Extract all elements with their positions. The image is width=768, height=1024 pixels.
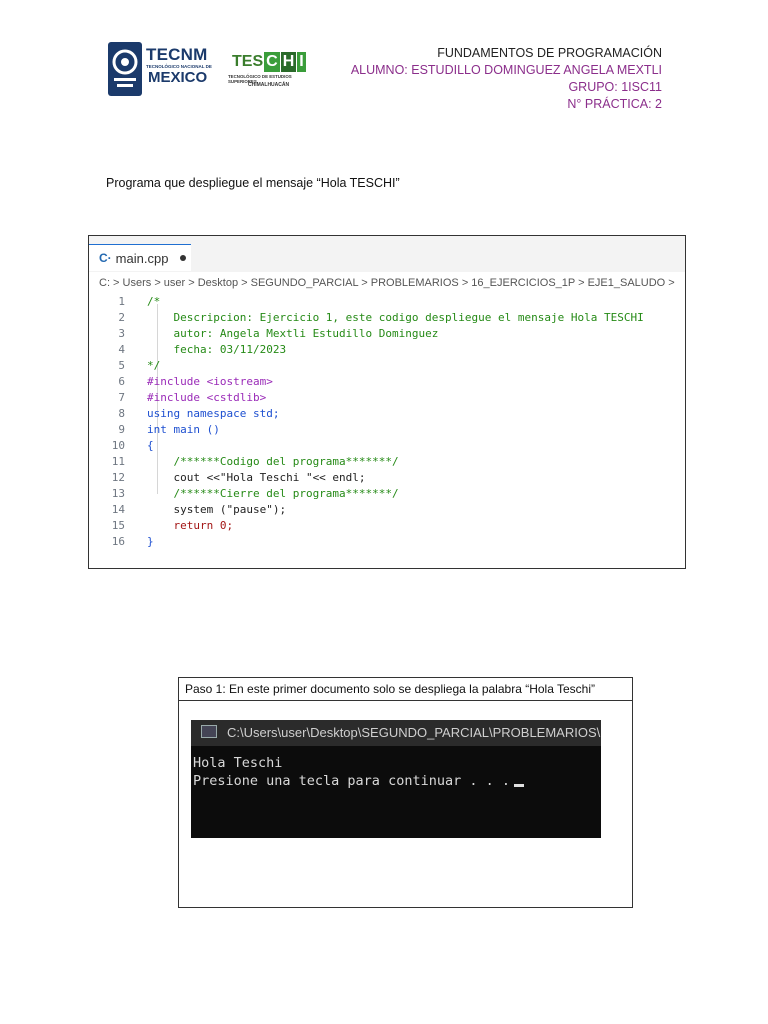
line-number: 9 (118, 423, 125, 436)
console-line-1: Hola Teschi (193, 755, 283, 771)
code-line: 13 /******Cierre del programa*******/ (89, 486, 644, 502)
code-text: using namespace std; (147, 407, 280, 420)
code-text: /******Codigo del programa*******/ (147, 455, 399, 468)
cpp-file-icon: C· (99, 251, 112, 265)
tecnm-name: TECNM (146, 45, 208, 64)
code-line: 8 using namespace std; (89, 406, 644, 422)
code-line: 2 Descripcion: Ejercicio 1, este codigo … (89, 310, 644, 326)
console-output: Hola Teschi Presione una tecla para conti… (193, 754, 524, 790)
teschi-letter-i: I (297, 52, 306, 72)
code-line: 1 /* (89, 294, 644, 310)
code-text: int main () (147, 423, 220, 436)
subject-title: FUNDAMENTOS DE PROGRAMACIÓN (437, 46, 662, 60)
code-line: 14 system ("pause"); (89, 502, 644, 518)
teschi-wordmark: TES C H I (232, 52, 306, 72)
code-area[interactable]: 1 /* 2 Descripcion: Ejercicio 1, este codi… (89, 294, 644, 550)
line-number: 11 (111, 455, 125, 468)
code-line: 7 #include <cstdlib> (89, 390, 644, 406)
code-line: 16} (89, 534, 644, 550)
code-line: 11 /******Codigo del programa*******/ (89, 454, 644, 470)
line-number: 16 (111, 535, 125, 548)
paso-box: Paso 1: En este primer documento solo se… (178, 677, 633, 908)
tecnm-country: MEXICO (148, 69, 208, 86)
line-number: 15 (111, 519, 125, 532)
code-editor-screenshot: C· main.cpp C: > Users > user > Desktop … (88, 235, 686, 569)
line-number: 7 (118, 391, 125, 404)
line-number: 6 (118, 375, 125, 388)
tecnm-emblem-icon (108, 42, 142, 96)
teschi-letter-c: C (264, 52, 280, 72)
code-text: */ (147, 359, 161, 372)
code-line: 15 return 0; (89, 518, 644, 534)
editor-tab-strip: C· main.cpp (89, 236, 685, 272)
console-line-2: Presione una tecla para continuar . . . (193, 772, 524, 790)
line-number: 4 (118, 343, 125, 356)
code-text: return 0; (147, 519, 234, 532)
code-text: Descripcion: Ejercicio 1, este codigo de… (147, 311, 644, 324)
code-text: system ("pause"); (147, 503, 287, 516)
code-line: 5 */ (89, 358, 644, 374)
console-window: C:\Users\user\Desktop\SEGUNDO_PARCIAL\PR… (191, 720, 601, 838)
group-label: GRUPO: 1ISC11 (568, 80, 662, 94)
teschi-letters-tes: TES (232, 53, 264, 70)
code-text: /******Cierre del programa*******/ (147, 487, 399, 500)
line-number: 2 (118, 311, 125, 324)
tecnm-logo-text: TECNM TECNOLÓGICO NACIONAL DE MEXICO (146, 46, 220, 90)
line-number: 1 (118, 295, 125, 308)
line-number: 5 (118, 359, 125, 372)
code-line: 6 #include <iostream> (89, 374, 644, 390)
line-number: 10 (111, 439, 125, 452)
teschi-city: CHIMALHUACÁN (248, 82, 290, 88)
teschi-logo: TES C H I TECNOLÓGICO DE ESTUDIOS SUPERIORE… (228, 52, 318, 96)
code-text: } (147, 535, 154, 548)
console-app-icon (201, 725, 217, 738)
line-number: 14 (111, 503, 125, 516)
unsaved-dot-icon (180, 255, 187, 261)
program-description: Programa que despliegue el mensaje “Hola… (106, 176, 400, 190)
paso-label: Paso 1: En este primer documento solo se… (179, 678, 632, 701)
line-number: 8 (118, 407, 125, 420)
line-number: 12 (111, 471, 125, 484)
code-text: { (147, 439, 154, 452)
tab-label: main.cpp (115, 250, 169, 266)
header-logos: TECNM TECNOLÓGICO NACIONAL DE MEXICO TES… (106, 38, 316, 104)
code-text: fecha: 03/11/2023 (147, 343, 287, 356)
cursor-icon (513, 784, 524, 787)
code-text: cout <<"Hola Teschi "<< endl; (147, 471, 366, 484)
teschi-letter-h: H (280, 52, 297, 72)
code-text: autor: Angela Mextli Estudillo Dominguez (147, 327, 439, 340)
console-line-2-text: Presione una tecla para continuar . . . (193, 773, 510, 789)
line-number: 13 (111, 487, 125, 500)
practice-number: N° PRÁCTICA: 2 (567, 97, 662, 111)
breadcrumb[interactable]: C: > Users > user > Desktop > SEGUNDO_PA… (99, 277, 675, 289)
code-line: 4 fecha: 03/11/2023 (89, 342, 644, 358)
header-info: FUNDAMENTOS DE PROGRAMACIÓN ALUMNO: ESTU… (351, 45, 662, 113)
line-number: 3 (118, 327, 125, 340)
code-text: /* (147, 295, 161, 308)
code-line: 12 cout <<"Hola Teschi "<< endl; (89, 470, 644, 486)
code-text: #include <iostream> (147, 375, 273, 388)
tab-main-cpp[interactable]: C· main.cpp (89, 244, 191, 271)
code-line: 10 { (89, 438, 644, 454)
code-line: 3 autor: Angela Mextli Estudillo Domingu… (89, 326, 644, 342)
student-name: ALUMNO: ESTUDILLO DOMINGUEZ ANGELA MEXTL… (350, 63, 662, 77)
code-text: #include <cstdlib> (147, 391, 267, 404)
code-line: 9 int main () (89, 422, 644, 438)
console-titlebar[interactable]: C:\Users\user\Desktop\SEGUNDO_PARCIAL\PR… (191, 720, 601, 746)
console-title-text: C:\Users\user\Desktop\SEGUNDO_PARCIAL\PR… (227, 725, 601, 740)
